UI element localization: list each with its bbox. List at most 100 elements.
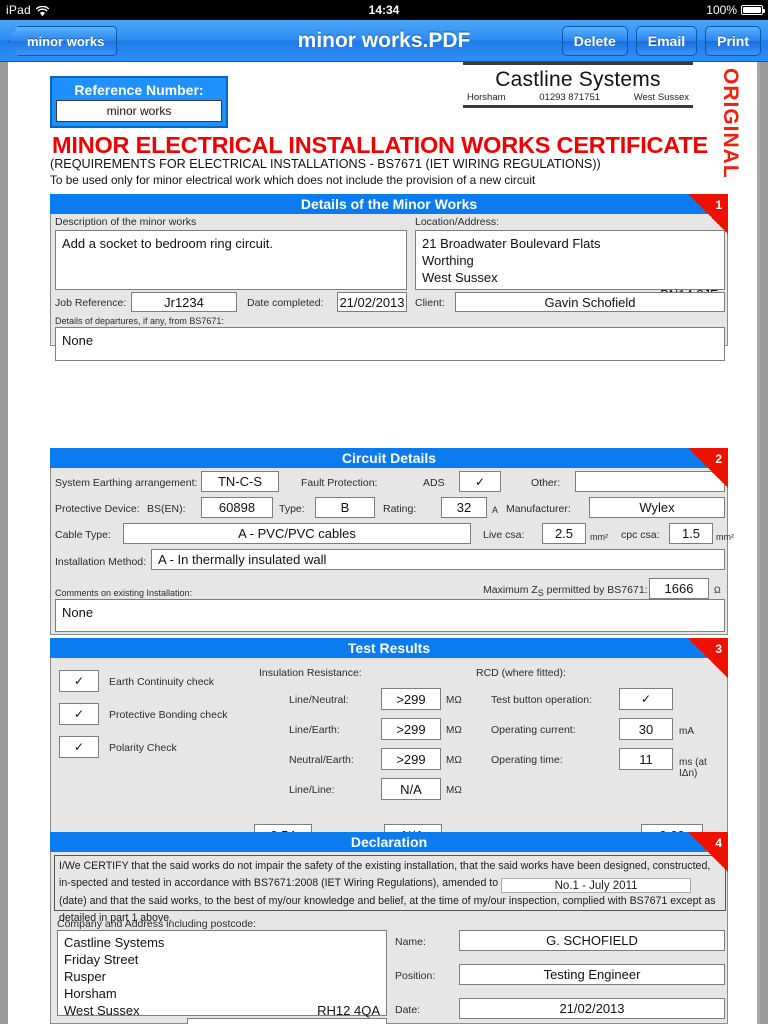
- section4-heading-label: Declaration: [350, 834, 428, 850]
- client-label: Client:: [415, 297, 445, 309]
- original-watermark: ORIGINAL: [719, 68, 742, 179]
- signing-date-label: Date:: [395, 1004, 421, 1016]
- delete-button[interactable]: Delete: [561, 26, 628, 56]
- max-zs-unit-label: Ω: [714, 585, 721, 595]
- earthing-label: System Earthing arrangement:: [55, 477, 198, 489]
- email-button-label: Email: [647, 33, 686, 49]
- location-line-1: 21 Broadwater Boulevard Flats: [422, 236, 601, 251]
- comments-field[interactable]: None: [55, 599, 725, 632]
- polarity-check-label: Polarity Check: [109, 742, 177, 754]
- fault-protection-label: Fault Protection:: [301, 477, 378, 489]
- delete-button-label: Delete: [573, 33, 616, 49]
- insulation-resistance-label: Insulation Resistance:: [259, 667, 362, 679]
- section-circuit-details: Circuit Details 2 System Earthing arrang…: [50, 448, 734, 635]
- cps-provider-field[interactable]: Niceic: [187, 1018, 387, 1024]
- line-neutral-unit-label: MΩ: [446, 695, 462, 706]
- max-zs-label-post: permitted by BS7671:: [543, 584, 648, 596]
- line-neutral-field[interactable]: >299: [381, 688, 441, 710]
- max-zs-field[interactable]: 1666: [649, 578, 709, 599]
- test-button-operation-checkbox[interactable]: ✓: [619, 688, 673, 710]
- rating-field[interactable]: 32: [441, 497, 487, 518]
- name-field[interactable]: G. SCHOFIELD: [459, 930, 725, 951]
- line-line-field[interactable]: N/A: [381, 778, 441, 800]
- cpc-csa-unit-label: mm²: [716, 532, 734, 542]
- section2-header: Circuit Details 2: [50, 448, 728, 488]
- declaration-text-box: I/We CERTIFY that the said works do not …: [54, 855, 726, 924]
- location-line-3: West Sussex: [422, 270, 498, 285]
- name-label: Name:: [395, 936, 426, 948]
- bsen-label: BS(EN):: [147, 503, 186, 515]
- email-button[interactable]: Email: [635, 26, 698, 56]
- operating-time-unit-label: ms (at IΔn): [679, 757, 707, 779]
- manufacturer-field[interactable]: Wylex: [589, 497, 725, 518]
- operating-current-label: Operating current:: [491, 724, 576, 736]
- cpc-csa-field[interactable]: 1.5: [669, 523, 713, 544]
- test-button-operation-label: Test button operation:: [491, 694, 592, 706]
- location-field[interactable]: 21 Broadwater Boulevard Flats Worthing W…: [415, 230, 725, 302]
- operating-time-field[interactable]: 11: [619, 748, 673, 770]
- section2-heading-label: Circuit Details: [341, 450, 437, 466]
- company-address-line-3: Rusper: [64, 969, 106, 984]
- installation-method-field[interactable]: A - In thermally insulated wall: [151, 549, 725, 570]
- company-county-label: West Sussex: [633, 92, 689, 103]
- bsen-field[interactable]: 60898: [201, 497, 273, 518]
- line-earth-label: Line/Earth:: [289, 724, 340, 736]
- location-line-2: Worthing: [422, 253, 474, 268]
- job-reference-field[interactable]: Jr1234: [131, 292, 237, 312]
- section3-number-label: 3: [715, 642, 722, 656]
- neutral-earth-unit-label: MΩ: [446, 755, 462, 766]
- operating-time-label: Operating time:: [491, 754, 563, 766]
- battery-full-icon: [741, 5, 765, 15]
- ios-status-bar: iPad 14:34 100%: [0, 0, 768, 20]
- logo-bottom-rule: [463, 105, 693, 108]
- date-completed-label: Date completed:: [247, 297, 324, 309]
- earthing-field[interactable]: TN-C-S: [201, 471, 279, 492]
- section1-number-corner: 1: [688, 194, 728, 234]
- pdf-page[interactable]: Reference Number: minor works Castline S…: [8, 62, 760, 1024]
- section-details-of-minor-works: Details of the Minor Works 1 Description…: [50, 194, 728, 361]
- pdf-viewport[interactable]: Reference Number: minor works Castline S…: [0, 62, 768, 1024]
- earth-continuity-checkbox[interactable]: ✓: [59, 670, 99, 692]
- signing-date-field[interactable]: 21/02/2013: [459, 998, 725, 1019]
- line-earth-field[interactable]: >299: [381, 718, 441, 740]
- job-reference-label: Job Reference:: [55, 297, 127, 309]
- earth-continuity-label: Earth Continuity check: [109, 676, 215, 688]
- section-test-results: Test Results 3 ✓ Earth Continuity check …: [50, 638, 728, 847]
- reference-number-value[interactable]: minor works: [56, 100, 222, 122]
- ads-checkbox[interactable]: ✓: [459, 471, 501, 492]
- amendment-field[interactable]: No.1 - July 2011: [501, 878, 692, 893]
- date-completed-field[interactable]: 21/02/2013: [337, 292, 407, 312]
- company-address-line-2: Friday Street: [64, 952, 139, 967]
- max-zs-label-pre: Maximum Z: [483, 584, 538, 596]
- section4-header: Declaration 4: [50, 832, 728, 872]
- print-button-label: Print: [717, 33, 749, 49]
- company-postcode: RH12 4QA: [317, 1003, 380, 1018]
- rating-unit-label: A: [492, 505, 499, 515]
- print-button[interactable]: Print: [705, 26, 761, 56]
- cable-type-field[interactable]: A - PVC/PVC cables: [123, 523, 471, 544]
- polarity-check-checkbox[interactable]: ✓: [59, 736, 99, 758]
- protective-bonding-label: Protective Bonding check: [109, 709, 228, 721]
- status-bar-clock: 14:34: [368, 3, 400, 17]
- live-csa-label: Live csa:: [483, 529, 525, 541]
- operating-current-field[interactable]: 30: [619, 718, 673, 740]
- position-field[interactable]: Testing Engineer: [459, 964, 725, 985]
- company-address-field[interactable]: Castline Systems Friday Street Rusper Ho…: [57, 930, 387, 1018]
- neutral-earth-field[interactable]: >299: [381, 748, 441, 770]
- section1-heading-label: Details of the Minor Works: [300, 196, 478, 212]
- reference-number-box: Reference Number: minor works: [50, 76, 228, 128]
- protective-bonding-checkbox[interactable]: ✓: [59, 703, 99, 725]
- description-field[interactable]: Add a socket to bedroom ring circuit.: [55, 230, 407, 290]
- cpc-csa-label: cpc csa:: [621, 529, 660, 541]
- client-field[interactable]: Gavin Schofield: [455, 292, 725, 312]
- device-type-field[interactable]: B: [315, 497, 375, 518]
- section2-number-label: 2: [715, 452, 722, 466]
- departures-field[interactable]: None: [55, 327, 725, 361]
- live-csa-unit-label: mm²: [590, 532, 608, 542]
- manufacturer-label: Manufacturer:: [506, 503, 571, 515]
- section-declaration: Declaration 4 I/We CERTIFY that the said…: [50, 832, 728, 1024]
- section1-header: Details of the Minor Works 1: [50, 194, 728, 234]
- live-csa-field[interactable]: 2.5: [542, 523, 586, 544]
- neutral-earth-label: Neutral/Earth:: [289, 754, 354, 766]
- line-line-unit-label: MΩ: [446, 785, 462, 796]
